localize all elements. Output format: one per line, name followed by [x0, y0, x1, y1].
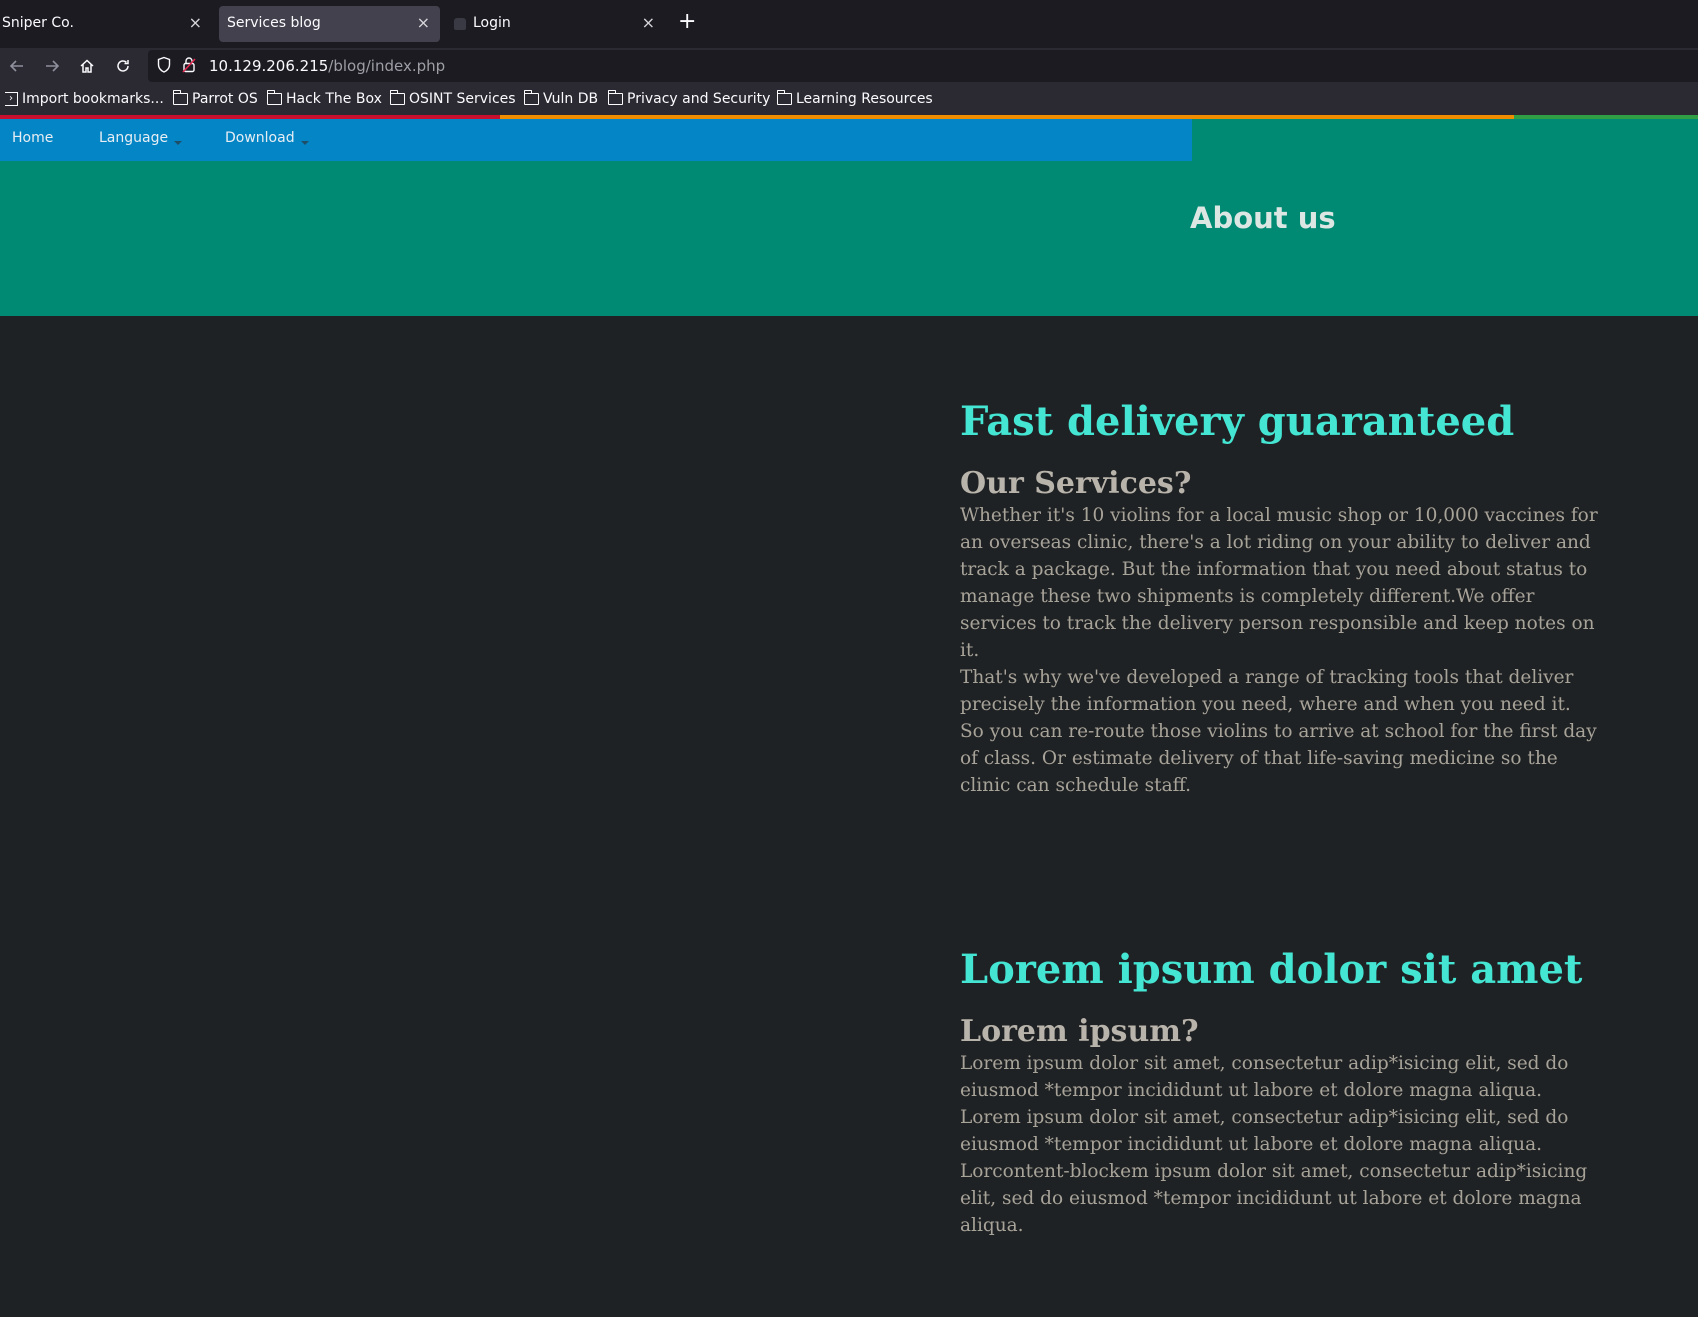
tab-login[interactable]: Login ×: [445, 6, 665, 42]
section-subtitle: Lorem ipsum?: [960, 1014, 1199, 1049]
tab-services-blog[interactable]: Services blog ×: [219, 6, 440, 42]
bookmark-label: Hack The Box: [286, 91, 382, 107]
close-icon[interactable]: ×: [417, 13, 430, 32]
section-title: Fast delivery guaranteed: [960, 398, 1515, 445]
section-paragraph: That's why we've developed a range of tr…: [960, 667, 1597, 796]
insecure-lock-icon[interactable]: [182, 56, 196, 74]
site-navbar: Home Language Download: [0, 119, 1192, 161]
tab-bar: Sniper Co. × Services blog × Login × +: [0, 0, 1698, 48]
bookmark-label: OSINT Services: [409, 91, 516, 107]
tab-sniper-co[interactable]: Sniper Co. ×: [0, 6, 212, 42]
favicon-icon: [454, 18, 466, 30]
folder-icon: [172, 90, 188, 105]
bookmark-label: Privacy and Security: [627, 91, 771, 107]
url-bar[interactable]: 10.129.206.215/blog/index.php: [148, 50, 1698, 82]
bookmark-import[interactable]: › Import bookmarks...: [5, 91, 164, 107]
caret-down-icon: [300, 141, 309, 145]
bookmark-learning-resources[interactable]: Learning Resources: [776, 90, 933, 107]
section-subtitle: Our Services?: [960, 466, 1192, 501]
bookmark-label: Parrot OS: [192, 91, 258, 107]
nav-language-dropdown[interactable]: Language: [99, 130, 183, 146]
new-tab-button[interactable]: +: [678, 10, 696, 34]
bookmark-label: Learning Resources: [796, 91, 933, 107]
bookmark-vuln-db[interactable]: Vuln DB: [523, 90, 599, 107]
close-icon[interactable]: ×: [189, 13, 202, 32]
section-paragraph: Lorcontent-blockem ipsum dolor sit amet,…: [960, 1161, 1588, 1236]
tab-title: Sniper Co.: [2, 15, 74, 31]
tab-title: Login: [473, 15, 511, 31]
bookmark-label: Vuln DB: [543, 91, 599, 107]
lorem-section: Lorem ipsum dolor sit amet Lorem ipsum? …: [960, 946, 1600, 1239]
caret-down-icon: [174, 141, 183, 145]
import-icon: ›: [5, 92, 18, 106]
home-icon[interactable]: [72, 48, 102, 84]
section-paragraph: Lorem ipsum dolor sit amet, consectetur …: [960, 1053, 1569, 1155]
folder-icon: [776, 90, 792, 105]
section-paragraph: Whether it's 10 violins for a local musi…: [960, 505, 1598, 661]
folder-icon: [523, 90, 539, 105]
bookmark-parrot-os[interactable]: Parrot OS: [172, 90, 258, 107]
section-title: Lorem ipsum dolor sit amet: [960, 946, 1583, 993]
shield-icon[interactable]: [156, 56, 172, 74]
forward-icon[interactable]: [37, 48, 67, 84]
bookmark-hack-the-box[interactable]: Hack The Box: [266, 90, 382, 107]
nav-language-label: Language: [99, 130, 169, 146]
back-icon[interactable]: [2, 48, 32, 84]
folder-icon: [389, 90, 405, 105]
folder-icon: [266, 90, 282, 105]
services-section: Fast delivery guaranteed Our Services? W…: [960, 398, 1600, 799]
nav-home-link[interactable]: Home: [12, 130, 53, 146]
reload-icon[interactable]: [108, 48, 138, 84]
hero-title: About us: [1190, 201, 1336, 235]
bookmarks-toolbar: › Import bookmarks... Parrot OS Hack The…: [0, 84, 1698, 115]
bookmark-osint-services[interactable]: OSINT Services: [389, 90, 516, 107]
url-path: /blog/index.php: [328, 57, 446, 75]
bookmark-label: Import bookmarks...: [22, 91, 164, 107]
close-icon[interactable]: ×: [642, 13, 655, 32]
url-text[interactable]: 10.129.206.215/blog/index.php: [209, 57, 445, 75]
nav-download-label: Download: [225, 130, 295, 146]
navigation-bar: 10.129.206.215/blog/index.php: [0, 48, 1698, 84]
nav-download-dropdown[interactable]: Download: [225, 130, 309, 146]
folder-icon: [607, 90, 623, 105]
tab-title: Services blog: [227, 15, 321, 31]
bookmark-privacy-and-security[interactable]: Privacy and Security: [607, 90, 771, 107]
url-host: 10.129.206.215: [209, 57, 329, 75]
